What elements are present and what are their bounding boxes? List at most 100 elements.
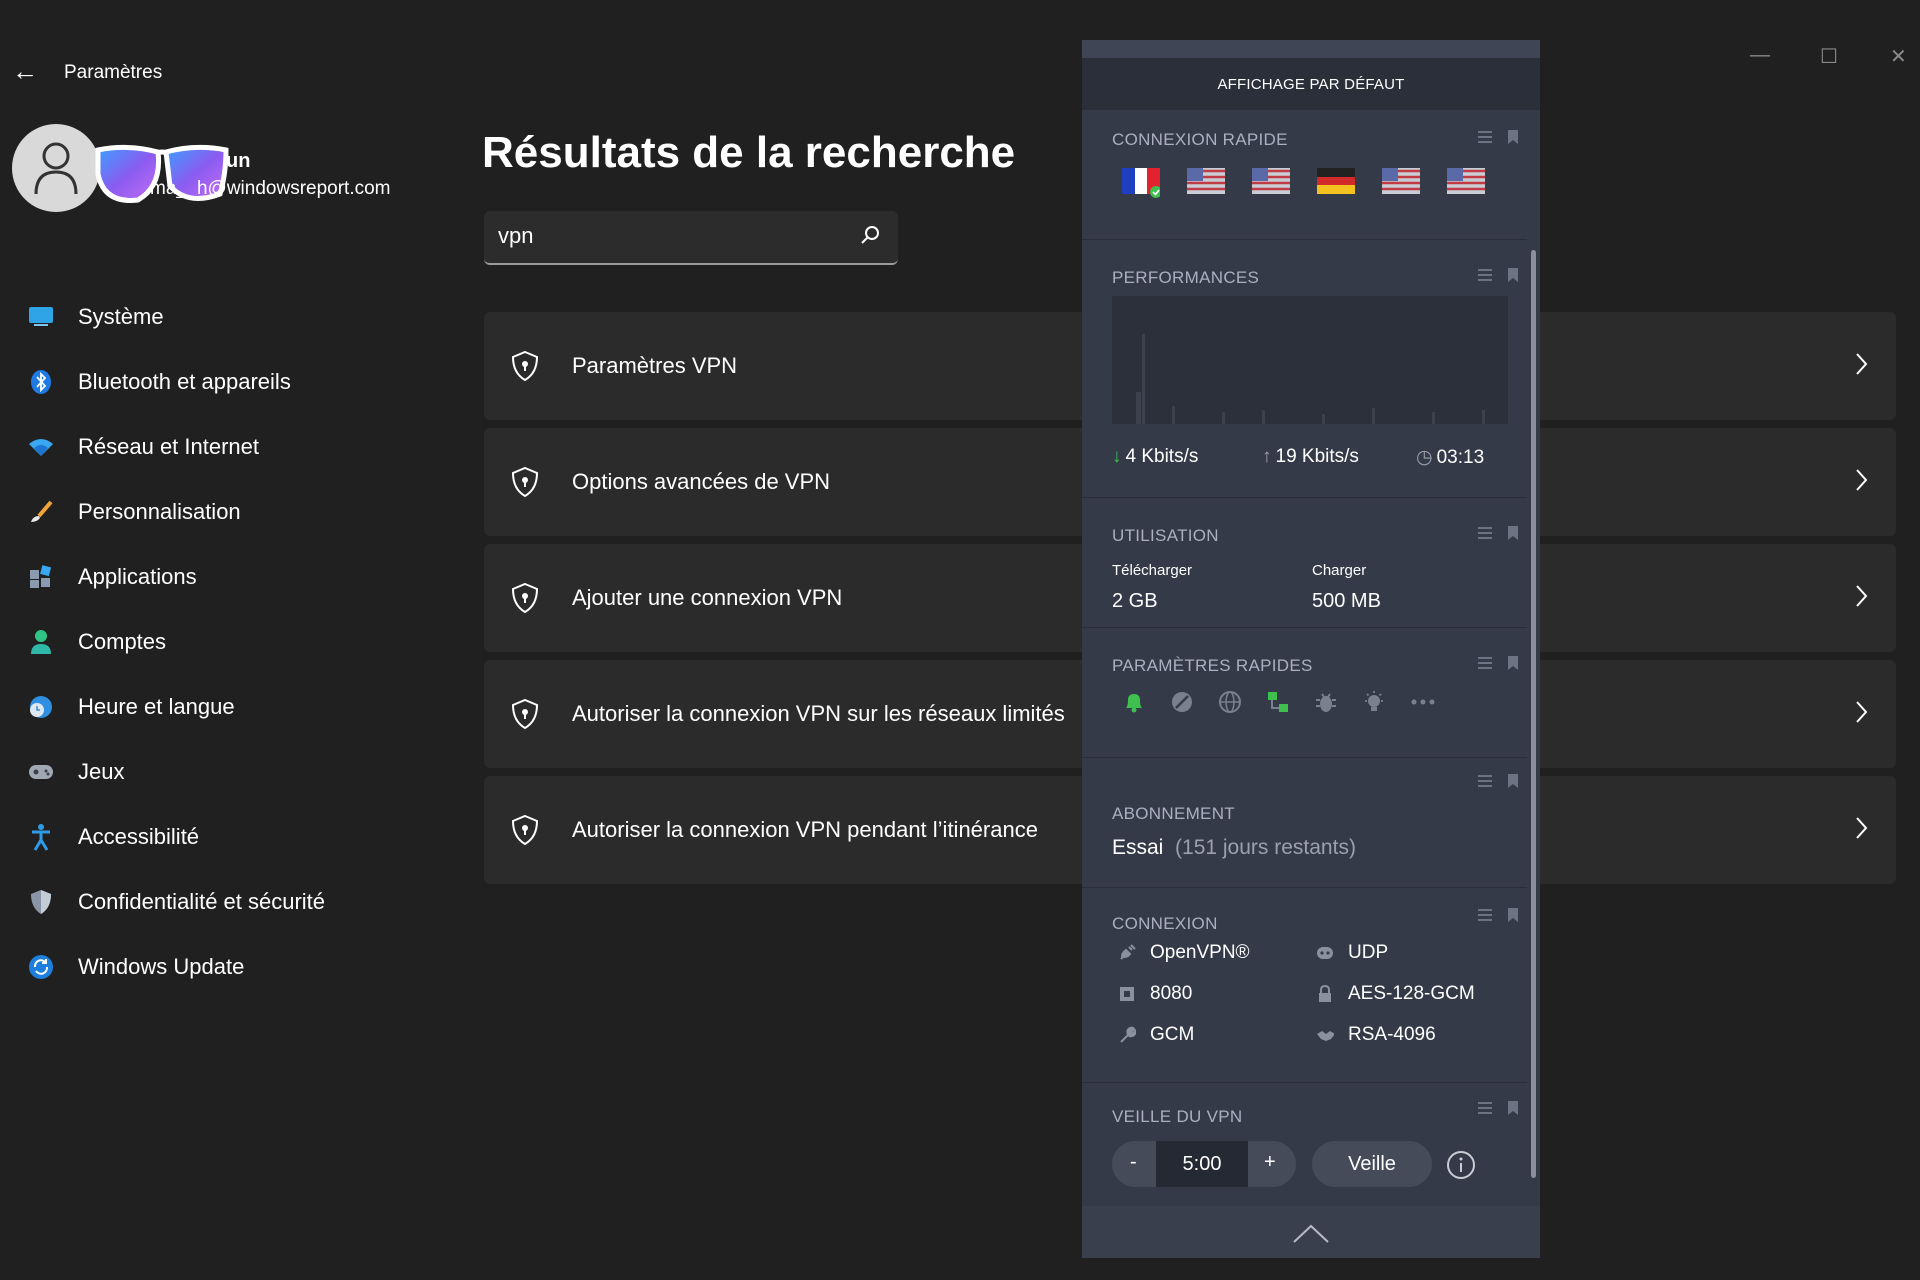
flag-usa-icon[interactable] xyxy=(1187,168,1225,194)
sidebar-item-label: Jeux xyxy=(78,758,125,784)
sidebar-item-network[interactable]: Réseau et Internet xyxy=(28,414,448,479)
decrease-button[interactable]: - xyxy=(1130,1151,1137,1174)
sleep-stepper: - 5:00 + xyxy=(1112,1141,1296,1187)
flag-usa-icon[interactable] xyxy=(1252,168,1290,194)
menu-icon[interactable] xyxy=(1477,908,1493,922)
sidebar-item-windows-update[interactable]: Windows Update xyxy=(28,934,448,999)
section-controls xyxy=(1477,656,1519,670)
more-icon[interactable] xyxy=(1410,690,1436,714)
block-icon[interactable] xyxy=(1170,690,1194,714)
back-arrow-icon[interactable]: ← xyxy=(12,56,38,87)
usage-section: UTILISATION Télécharger 2 GB Charger 500… xyxy=(1082,498,1527,628)
shield-icon xyxy=(511,350,539,382)
download-rate: ↓ 4 Kbits/s xyxy=(1112,446,1199,467)
sidebar-item-bluetooth[interactable]: Bluetooth et appareils xyxy=(28,349,448,414)
menu-icon[interactable] xyxy=(1477,656,1493,670)
sidebar-item-accessibility[interactable]: Accessibilité xyxy=(28,804,448,869)
bookmark-icon[interactable] xyxy=(1507,908,1519,922)
flag-row xyxy=(1122,168,1485,198)
upload-rate: ↑ 19 Kbits/s xyxy=(1262,446,1359,467)
connection-port: 8080 xyxy=(1118,983,1192,1005)
sidebar-item-systeme[interactable]: Système xyxy=(28,284,448,349)
sidebar-item-applications[interactable]: Applications xyxy=(28,544,448,609)
vpn-header[interactable]: AFFICHAGE PAR DÉFAUT xyxy=(1082,58,1540,110)
collapse-panel-button[interactable] xyxy=(1082,1206,1540,1258)
download-value: 2 GB xyxy=(1112,590,1158,612)
connection-transport: UDP xyxy=(1316,942,1388,964)
user-name: un xyxy=(226,150,251,172)
traffic-graph xyxy=(1136,334,1485,424)
bookmark-icon[interactable] xyxy=(1507,130,1519,144)
performance-graph xyxy=(1112,296,1508,424)
menu-icon[interactable] xyxy=(1477,526,1493,540)
section-title: VEILLE DU VPN xyxy=(1112,1107,1243,1126)
flag-france-icon[interactable] xyxy=(1122,168,1162,198)
avatar[interactable] xyxy=(12,124,100,212)
flag-germany-icon[interactable] xyxy=(1317,168,1355,194)
subscription-remaining: (151 jours restants) xyxy=(1175,836,1356,859)
sidebar-item-privacy[interactable]: Confidentialité et sécurité xyxy=(28,869,448,934)
section-controls xyxy=(1477,268,1519,282)
upload-label: Charger xyxy=(1312,562,1367,579)
globe-icon[interactable] xyxy=(1218,690,1242,714)
menu-icon[interactable] xyxy=(1477,130,1493,144)
sleep-time-value[interactable]: 5:00 xyxy=(1156,1141,1248,1187)
bookmark-icon[interactable] xyxy=(1507,656,1519,670)
chevron-right-icon xyxy=(1856,817,1868,839)
brush-icon xyxy=(28,499,54,525)
bookmark-icon[interactable] xyxy=(1507,1101,1519,1115)
sidebar-item-label: Personnalisation xyxy=(78,498,241,524)
port-icon xyxy=(1118,985,1136,1003)
maximize-button[interactable]: ☐ xyxy=(1820,44,1838,69)
section-controls xyxy=(1477,774,1519,788)
chevron-right-icon xyxy=(1856,353,1868,375)
bell-icon[interactable] xyxy=(1122,690,1146,714)
connection-handshake: RSA-4096 xyxy=(1316,1024,1436,1046)
search-input[interactable] xyxy=(498,221,838,251)
sidebar-item-accounts[interactable]: Comptes xyxy=(28,609,448,674)
result-label: Autoriser la connexion VPN pendant l’iti… xyxy=(572,817,1038,842)
shield-icon xyxy=(511,698,539,730)
bookmark-icon[interactable] xyxy=(1507,268,1519,282)
section-title: PERFORMANCES xyxy=(1112,268,1260,287)
sidebar-item-gaming[interactable]: Jeux xyxy=(28,739,448,804)
sleep-button[interactable]: Veille xyxy=(1312,1141,1432,1187)
section-title: UTILISATION xyxy=(1112,526,1219,545)
sidebar-nav: Système Bluetooth et appareils Réseau et… xyxy=(28,284,448,999)
section-title: ABONNEMENT xyxy=(1112,804,1235,823)
monitor-icon xyxy=(28,304,54,330)
bookmark-icon[interactable] xyxy=(1507,774,1519,788)
download-label: Télécharger xyxy=(1112,562,1193,579)
arrow-up-icon: ↑ xyxy=(1262,446,1272,467)
sidebar-item-personalization[interactable]: Personnalisation xyxy=(28,479,448,544)
menu-icon[interactable] xyxy=(1477,1101,1493,1115)
vpn-scrollbar[interactable] xyxy=(1531,250,1536,1178)
bulb-icon[interactable] xyxy=(1362,690,1386,714)
wrench-icon xyxy=(1118,1026,1136,1044)
close-button[interactable]: ✕ xyxy=(1890,44,1907,69)
connection-cipher: AES-128-GCM xyxy=(1316,983,1475,1005)
network-icon[interactable] xyxy=(1266,690,1290,714)
bug-icon[interactable] xyxy=(1314,690,1338,714)
quick-settings-section: PARAMÈTRES RAPIDES xyxy=(1082,628,1527,758)
lock-icon xyxy=(1316,985,1334,1003)
increase-button[interactable]: + xyxy=(1264,1151,1276,1174)
search-icon[interactable] xyxy=(860,225,880,245)
menu-icon[interactable] xyxy=(1477,268,1493,282)
sidebar-item-time-language[interactable]: Heure et langue xyxy=(28,674,448,739)
bookmark-icon[interactable] xyxy=(1507,526,1519,540)
minimize-button[interactable]: — xyxy=(1750,44,1770,67)
section-title: CONNEXION xyxy=(1112,914,1218,933)
handshake-icon xyxy=(1316,1026,1334,1044)
vpn-panel: AFFICHAGE PAR DÉFAUT CONNEXION RAPIDE PE… xyxy=(1082,40,1540,1258)
sidebar-item-label: Réseau et Internet xyxy=(78,433,260,459)
app-title: Paramètres xyxy=(64,62,163,83)
page-title: Résultats de la recherche xyxy=(482,128,1016,177)
subscription-section: ABONNEMENT Essai (151 jours restants) xyxy=(1082,758,1527,888)
info-icon[interactable] xyxy=(1446,1150,1476,1180)
flag-usa-icon[interactable] xyxy=(1447,168,1485,194)
sidebar-item-label: Confidentialité et sécurité xyxy=(78,888,326,914)
flag-usa-icon[interactable] xyxy=(1382,168,1420,194)
menu-icon[interactable] xyxy=(1477,774,1493,788)
sidebar-item-label: Accessibilité xyxy=(78,823,200,849)
